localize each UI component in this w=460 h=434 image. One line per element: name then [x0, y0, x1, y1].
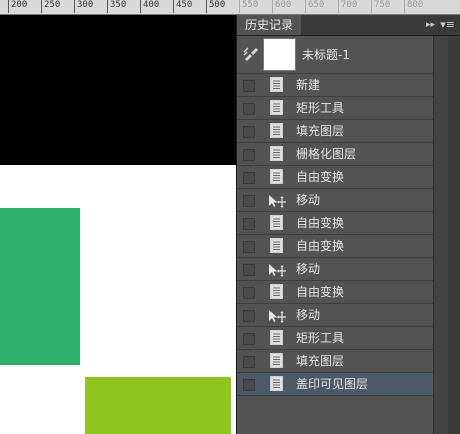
- ruler-tick-label: 450: [173, 0, 192, 13]
- panel-dock-edge: [448, 36, 460, 434]
- snapshot-source-checkbox[interactable]: [243, 126, 255, 138]
- ruler-tick-label: 250: [41, 0, 60, 13]
- document-icon: [270, 376, 283, 391]
- horizontal-ruler: 200 250 300 350 400 450 500 550 600 650 700 750 800: [0, 0, 460, 15]
- move-tool-icon: [268, 193, 287, 208]
- document-icon: [270, 284, 283, 299]
- history-state-row[interactable]: 移动: [237, 189, 433, 212]
- ruler-tick-label: 600: [272, 0, 291, 13]
- history-state-label: 移动: [296, 308, 321, 322]
- history-list-area: 未标题-1 新建 矩形工具 填充图层 栅格化图层 自由变换 移动 自由变换 自由变换 移动 自由变…: [237, 36, 433, 434]
- snapshot-source-checkbox[interactable]: [243, 218, 255, 230]
- document-icon: [270, 77, 283, 92]
- snapshot-source-checkbox[interactable]: [243, 356, 255, 368]
- snapshot-source-checkbox[interactable]: [243, 287, 255, 299]
- history-state-row[interactable]: 填充图层: [237, 350, 433, 373]
- snapshot-source-checkbox[interactable]: [243, 310, 255, 322]
- history-panel: 历史记录 ▸▸ ▾≡ 未标题-1 新建 矩形工具 填充图层 栅格化图层 自由变换 移动 自由…: [236, 15, 460, 434]
- history-state-label: 填充图层: [296, 124, 345, 138]
- ruler-tick-label: 300: [74, 0, 93, 13]
- history-state-label: 矩形工具: [296, 101, 345, 115]
- document-icon: [270, 123, 283, 138]
- snapshot-thumbnail[interactable]: [263, 38, 296, 71]
- history-state-row[interactable]: 盖印可见图层: [237, 373, 433, 396]
- document-icon: [270, 215, 283, 230]
- tab-history[interactable]: 历史记录: [237, 15, 302, 35]
- history-state-row[interactable]: 矩形工具: [237, 327, 433, 350]
- snapshot-source-checkbox[interactable]: [243, 172, 255, 184]
- collapse-panel-icon[interactable]: ▸▸: [426, 15, 435, 35]
- history-state-row[interactable]: 移动: [237, 258, 433, 281]
- history-state-label: 新建: [296, 78, 321, 92]
- green-rectangle-shape[interactable]: [0, 208, 80, 365]
- document-icon: [270, 353, 283, 368]
- history-state-label: 矩形工具: [296, 331, 345, 345]
- history-state-row[interactable]: 自由变换: [237, 212, 433, 235]
- history-state-label: 自由变换: [296, 170, 345, 184]
- ruler-tick-label: 800: [404, 0, 423, 13]
- history-states-list: 新建 矩形工具 填充图层 栅格化图层 自由变换 移动 自由变换 自由变换 移动 自由变换 移动 矩形工…: [237, 74, 433, 396]
- snapshot-label: 未标题-1: [302, 48, 350, 62]
- ruler-tick-label: 700: [338, 0, 357, 13]
- history-state-row[interactable]: 自由变换: [237, 166, 433, 189]
- snapshot-source-checkbox[interactable]: [243, 103, 255, 115]
- canvas-black-region: [0, 15, 236, 165]
- snapshot-source-checkbox[interactable]: [243, 379, 255, 391]
- history-state-label: 盖印可见图层: [296, 377, 369, 391]
- snapshot-source-checkbox[interactable]: [243, 195, 255, 207]
- ruler-tick-label: 500: [206, 0, 225, 13]
- history-state-label: 自由变换: [296, 285, 345, 299]
- history-state-row[interactable]: 移动: [237, 304, 433, 327]
- snapshot-source-checkbox[interactable]: [243, 241, 255, 253]
- document-canvas[interactable]: [0, 15, 236, 434]
- document-icon: [270, 238, 283, 253]
- document-icon: [270, 330, 283, 345]
- snapshot-source-checkbox[interactable]: [243, 149, 255, 161]
- snapshot-source-checkbox[interactable]: [243, 80, 255, 92]
- document-icon: [270, 146, 283, 161]
- document-icon: [270, 169, 283, 184]
- history-state-row[interactable]: 填充图层: [237, 120, 433, 143]
- history-state-row[interactable]: 矩形工具: [237, 97, 433, 120]
- panel-menu-icon[interactable]: ▾≡: [440, 15, 455, 35]
- move-tool-icon: [268, 262, 287, 277]
- history-state-label: 移动: [296, 262, 321, 276]
- document-icon: [270, 100, 283, 115]
- history-snapshot-row[interactable]: 未标题-1: [237, 36, 433, 74]
- history-state-label: 栅格化图层: [296, 147, 357, 161]
- ruler-tick-label: 750: [371, 0, 390, 13]
- snapshot-source-checkbox[interactable]: [243, 333, 255, 345]
- history-state-row[interactable]: 自由变换: [237, 235, 433, 258]
- ruler-tick-label: 650: [305, 0, 324, 13]
- history-state-label: 自由变换: [296, 239, 345, 253]
- lime-rectangle-shape[interactable]: [85, 377, 231, 434]
- ruler-tick-label: 200: [8, 0, 27, 13]
- ruler-tick-label: 350: [107, 0, 126, 13]
- history-state-label: 自由变换: [296, 216, 345, 230]
- history-brush-icon[interactable]: [243, 46, 259, 62]
- history-state-label: 移动: [296, 193, 321, 207]
- history-state-row[interactable]: 栅格化图层: [237, 143, 433, 166]
- history-state-label: 填充图层: [296, 354, 345, 368]
- history-scrollbar[interactable]: [433, 36, 449, 434]
- history-state-row[interactable]: 自由变换: [237, 281, 433, 304]
- history-state-row[interactable]: 新建: [237, 74, 433, 97]
- panel-tab-bar: 历史记录 ▸▸ ▾≡: [237, 15, 460, 36]
- snapshot-source-checkbox[interactable]: [243, 264, 255, 276]
- ruler-tick-label: 400: [140, 0, 159, 13]
- move-tool-icon: [268, 308, 287, 323]
- ruler-tick-label: 550: [239, 0, 258, 13]
